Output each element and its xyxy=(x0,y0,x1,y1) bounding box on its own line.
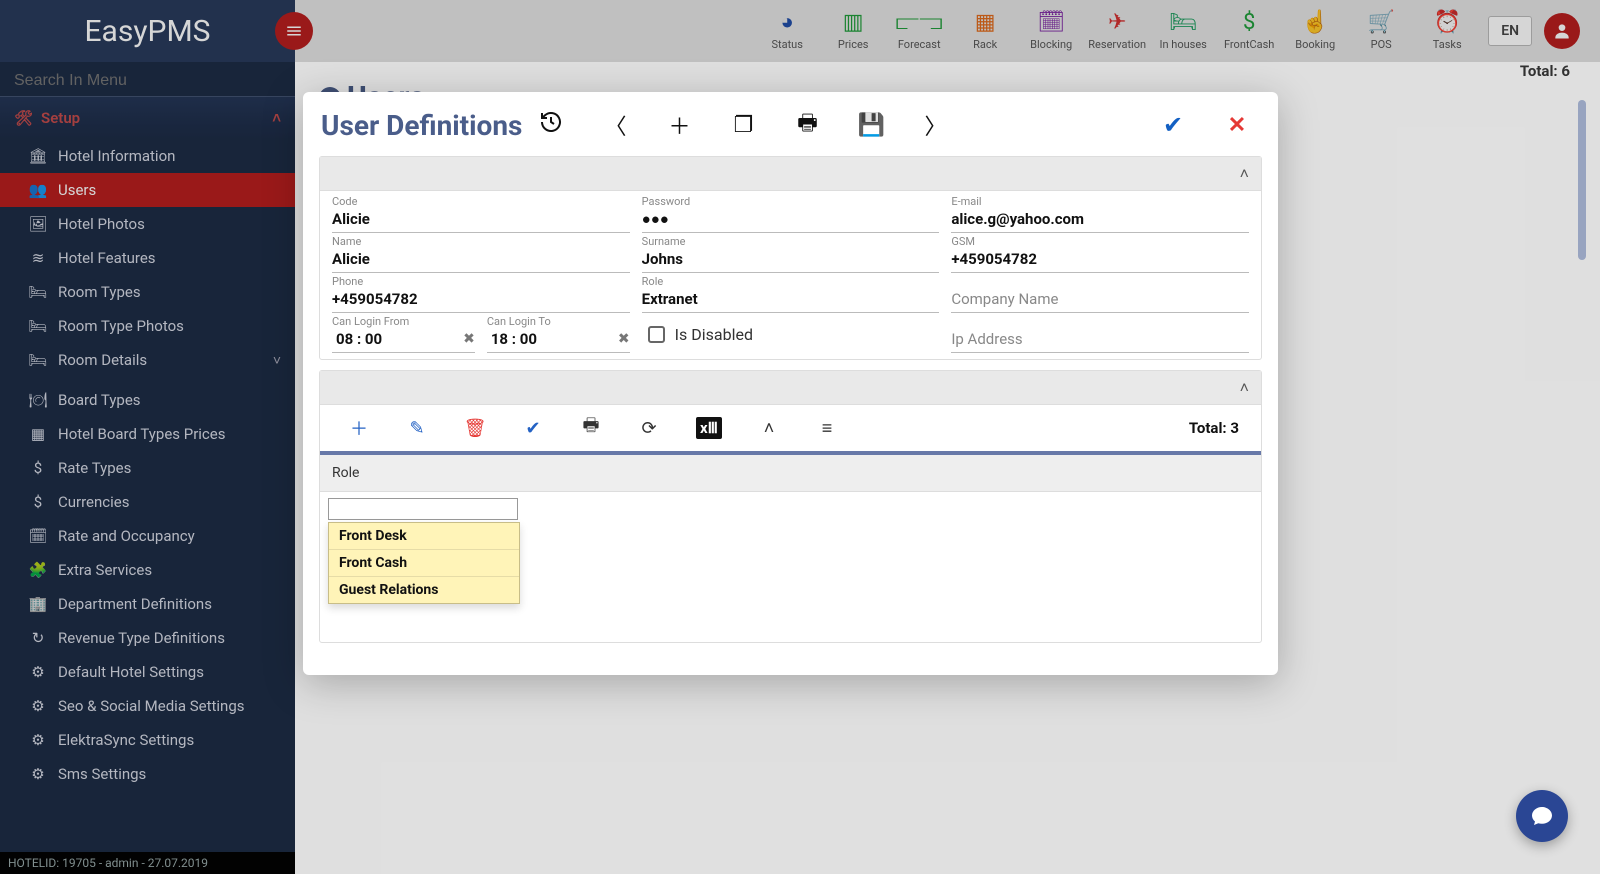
password-field[interactable]: ●●● xyxy=(642,208,940,233)
role-option[interactable]: Front Desk xyxy=(329,523,519,550)
role-edit-icon[interactable]: ✎ xyxy=(388,418,446,439)
confirm-button[interactable]: ✔ xyxy=(1156,111,1190,139)
loginto-label: Can Login To xyxy=(487,315,630,328)
ip-label xyxy=(951,315,1249,328)
clear-from-icon[interactable]: ✖ xyxy=(463,331,475,347)
role-collapse-icon[interactable]: ˄ xyxy=(740,418,798,439)
save-icon[interactable]: 💾 xyxy=(854,113,888,138)
gsm-label: GSM xyxy=(951,235,1249,248)
role-search-input[interactable] xyxy=(328,498,518,520)
role-dropdown[interactable]: Front DeskFront CashGuest Relations xyxy=(328,522,520,604)
role-print-icon[interactable]: 🖶 xyxy=(562,413,620,443)
role-label: Role xyxy=(642,275,940,288)
role-column-header: Role xyxy=(320,455,1261,492)
close-button[interactable]: ✕ xyxy=(1220,113,1254,138)
clear-to-icon[interactable]: ✖ xyxy=(618,331,630,347)
loginfrom-label: Can Login From xyxy=(332,315,475,328)
ip-field[interactable]: Ip Address xyxy=(951,328,1249,353)
phone-label: Phone xyxy=(332,275,630,288)
collapse-roles-icon[interactable]: ˄ xyxy=(1240,378,1249,398)
name-label: Name xyxy=(332,235,630,248)
prev-icon[interactable]: 〈 xyxy=(598,109,632,141)
print-icon[interactable]: 🖶 xyxy=(790,106,824,144)
password-label: Password xyxy=(642,195,940,208)
role-delete-icon[interactable]: 🗑 xyxy=(446,418,504,439)
is-disabled-label: Is Disabled xyxy=(675,325,753,344)
chat-fab-button[interactable] xyxy=(1516,790,1568,842)
role-refresh-icon[interactable]: ⟳ xyxy=(620,418,678,439)
role-option[interactable]: Guest Relations xyxy=(329,577,519,603)
user-definitions-modal: User Definitions 〈 ＋ ❐ 🖶 💾 〉 ✔ ✕ ˄ Code … xyxy=(303,92,1278,675)
code-field[interactable]: Alicie xyxy=(332,208,630,233)
role-menu-icon[interactable]: ≡ xyxy=(798,418,856,439)
company-label xyxy=(951,275,1249,288)
roles-panel: ˄ ＋ ✎ 🗑 ✔ 🖶 ⟳ xⅢ ˄ ≡ Total: 3 Role Front… xyxy=(319,370,1262,643)
email-field[interactable]: alice.g@yahoo.com xyxy=(951,208,1249,233)
role-export-icon[interactable]: xⅢ xyxy=(696,417,722,439)
role-field[interactable]: Extranet xyxy=(642,288,940,313)
modal-title: User Definitions xyxy=(321,109,522,142)
loginto-field[interactable]: 18 : 00 xyxy=(487,328,630,353)
surname-label: Surname xyxy=(642,235,940,248)
surname-field[interactable]: Johns xyxy=(642,248,940,273)
collapse-panel-icon[interactable]: ˄ xyxy=(1240,164,1249,184)
role-approve-icon[interactable]: ✔ xyxy=(504,418,562,439)
next-icon[interactable]: 〉 xyxy=(918,109,952,141)
email-label: E-mail xyxy=(951,195,1249,208)
loginfrom-field[interactable]: 08 : 00 xyxy=(332,328,475,353)
copy-icon[interactable]: ❐ xyxy=(726,113,760,138)
roles-total: Total: 3 xyxy=(1189,419,1251,437)
name-field[interactable]: Alicie xyxy=(332,248,630,273)
code-label: Code xyxy=(332,195,630,208)
history-icon[interactable] xyxy=(534,110,568,140)
form-panel: ˄ Code Alicie Password ●●● E-mail alice.… xyxy=(319,156,1262,360)
is-disabled-checkbox[interactable] xyxy=(648,326,665,343)
role-add-icon[interactable]: ＋ xyxy=(330,415,388,441)
company-field[interactable]: Company Name xyxy=(951,288,1249,313)
add-icon[interactable]: ＋ xyxy=(662,109,696,141)
phone-field[interactable]: +459054782 xyxy=(332,288,630,313)
role-option[interactable]: Front Cash xyxy=(329,550,519,577)
gsm-field[interactable]: +459054782 xyxy=(951,248,1249,273)
